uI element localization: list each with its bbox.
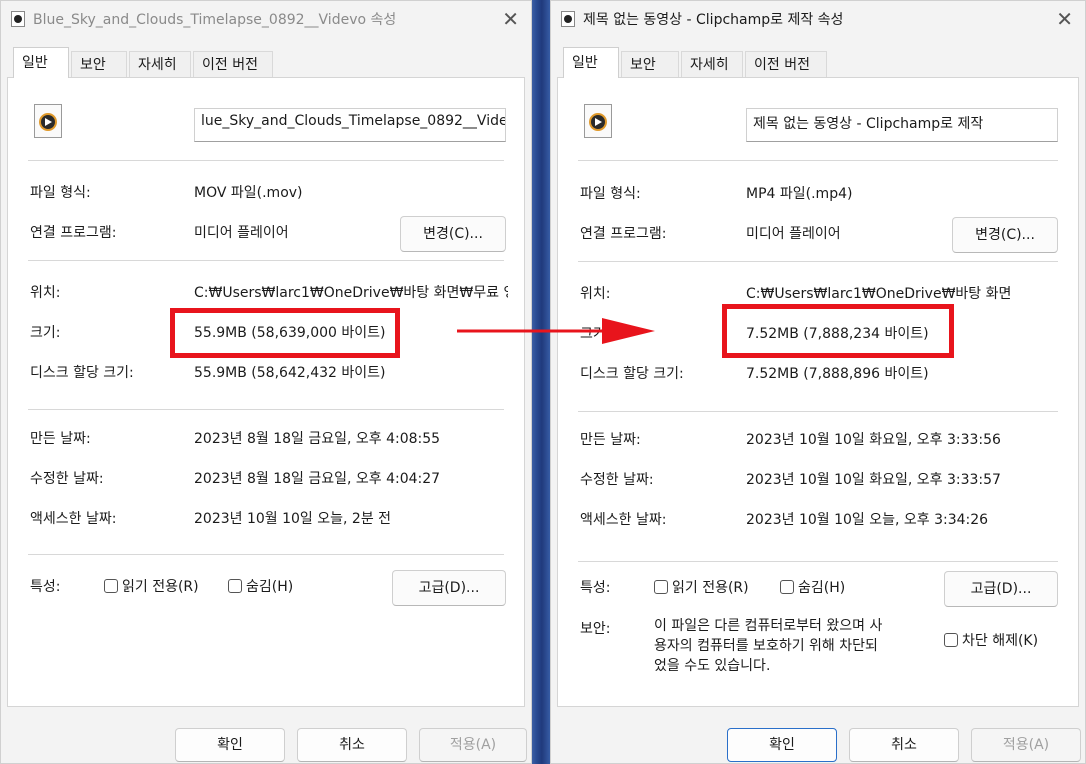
properties-window-left: Blue_Sky_and_Clouds_Timelapse_0892__Vide… [0, 0, 532, 764]
label-location: 위치: [30, 285, 61, 301]
checkbox-box[interactable] [654, 580, 668, 594]
divider [28, 260, 504, 261]
apply-button[interactable]: 적용(A) [419, 728, 527, 762]
divider [578, 261, 1058, 262]
label-attributes: 특성: [30, 579, 61, 595]
divider [578, 160, 1058, 161]
value-modified: 2023년 10월 10일 화요일, 오후 3:33:57 [746, 472, 1001, 488]
label-size-on-disk: 디스크 할당 크기: [580, 366, 684, 382]
title-bar: 제목 없는 동영상 - Clipchamp로 제작 속성 ✕ [551, 1, 1085, 37]
general-panel: 제목 없는 동영상 - Clipchamp로 제작 파일 형식: MP4 파일(… [557, 77, 1079, 707]
ok-button[interactable]: 확인 [727, 728, 837, 762]
tab-details[interactable]: 자세히 [681, 51, 743, 77]
value-open-with: 미디어 플레이어 [194, 225, 289, 241]
checkbox-box[interactable] [944, 633, 958, 647]
label-size-on-disk: 디스크 할당 크기: [30, 365, 134, 381]
readonly-checkbox[interactable]: 읽기 전용(R) [104, 576, 199, 596]
ok-button[interactable]: 확인 [175, 728, 285, 762]
video-file-icon [11, 11, 25, 27]
label-open-with: 연결 프로그램: [30, 225, 117, 241]
label-modified: 수정한 날짜: [580, 472, 654, 488]
checkbox-box[interactable] [104, 579, 118, 593]
window-title: Blue_Sky_and_Clouds_Timelapse_0892__Vide… [33, 12, 397, 28]
label-file-type: 파일 형식: [30, 185, 91, 201]
hidden-checkbox[interactable]: 숨김(H) [228, 576, 293, 596]
label-open-with: 연결 프로그램: [580, 226, 667, 242]
tab-security[interactable]: 보안 [621, 51, 679, 77]
tab-general[interactable]: 일반 [563, 47, 619, 78]
tab-details[interactable]: 자세히 [129, 51, 191, 77]
label-security: 보안: [580, 621, 611, 637]
divider [28, 160, 504, 161]
general-panel: lue_Sky_and_Clouds_Timelapse_0892__Videv… [7, 77, 525, 707]
label-modified: 수정한 날짜: [30, 471, 104, 487]
filename-input[interactable]: 제목 없는 동영상 - Clipchamp로 제작 [746, 108, 1058, 142]
change-button[interactable]: 변경(C)... [400, 216, 506, 252]
close-icon[interactable]: ✕ [502, 7, 519, 31]
video-file-icon [34, 104, 62, 138]
value-modified: 2023년 8월 18일 금요일, 오후 4:04:27 [194, 471, 441, 487]
label-accessed: 액세스한 날짜: [580, 512, 667, 528]
divider [578, 411, 1058, 412]
label-accessed: 액세스한 날짜: [30, 511, 117, 527]
tab-security[interactable]: 보안 [71, 51, 127, 77]
label-location: 위치: [580, 286, 611, 302]
value-accessed: 2023년 10월 10일 오늘, 오후 3:34:26 [746, 512, 989, 528]
tab-previous-versions[interactable]: 이전 버전 [193, 51, 273, 77]
value-open-with: 미디어 플레이어 [746, 226, 841, 242]
label-created: 만든 날짜: [30, 431, 91, 447]
cancel-button[interactable]: 취소 [297, 728, 407, 762]
label-file-type: 파일 형식: [580, 186, 641, 202]
value-location: C:₩Users₩larc1₩OneDrive₩바탕 화면 [746, 286, 1012, 302]
value-created: 2023년 10월 10일 화요일, 오후 3:33:56 [746, 432, 1001, 448]
cancel-button[interactable]: 취소 [849, 728, 959, 762]
hidden-checkbox[interactable]: 숨김(H) [780, 577, 845, 597]
unblock-checkbox[interactable]: 차단 해제(K) [944, 630, 1038, 650]
value-size-on-disk: 7.52MB (7,888,896 바이트) [746, 366, 929, 382]
video-file-icon [584, 104, 612, 138]
readonly-checkbox[interactable]: 읽기 전용(R) [654, 577, 749, 597]
filename-input[interactable]: lue_Sky_and_Clouds_Timelapse_0892__Videv… [194, 108, 506, 142]
value-location: C:₩Users₩larc1₩OneDrive₩바탕 화면₩무료 영 [194, 285, 508, 301]
advanced-button[interactable]: 고급(D)... [392, 570, 506, 606]
value-size-on-disk: 55.9MB (58,642,432 바이트) [194, 365, 386, 381]
divider [578, 561, 1058, 562]
security-note: 이 파일은 다른 컴퓨터로부터 왔으며 사 용자의 컴퓨터를 보호하기 위해 차… [654, 618, 883, 674]
checkbox-box[interactable] [780, 580, 794, 594]
advanced-button[interactable]: 고급(D)... [944, 571, 1058, 607]
video-file-icon [561, 11, 575, 27]
value-created: 2023년 8월 18일 금요일, 오후 4:08:55 [194, 431, 441, 447]
window-title: 제목 없는 동영상 - Clipchamp로 제작 속성 [583, 12, 844, 28]
apply-button[interactable]: 적용(A) [971, 728, 1081, 762]
change-button[interactable]: 변경(C)... [952, 217, 1058, 253]
value-accessed: 2023년 10월 10일 오늘, 2분 전 [194, 511, 392, 527]
divider [28, 554, 504, 555]
size-highlight-right [722, 304, 954, 358]
close-icon[interactable]: ✕ [1056, 7, 1073, 31]
tab-previous-versions[interactable]: 이전 버전 [745, 51, 827, 77]
divider [28, 409, 504, 410]
title-bar: Blue_Sky_and_Clouds_Timelapse_0892__Vide… [1, 1, 531, 37]
label-attributes: 특성: [580, 580, 611, 596]
checkbox-box[interactable] [228, 579, 242, 593]
size-highlight-left [170, 308, 400, 358]
value-file-type: MP4 파일(.mp4) [746, 186, 853, 202]
value-file-type: MOV 파일(.mov) [194, 185, 303, 201]
tab-general[interactable]: 일반 [13, 47, 69, 78]
label-size: 크기: [30, 325, 61, 341]
label-created: 만든 날짜: [580, 432, 641, 448]
properties-window-right: 제목 없는 동영상 - Clipchamp로 제작 속성 ✕ 일반 보안 자세히… [550, 0, 1086, 764]
arrow-icon [457, 318, 655, 344]
